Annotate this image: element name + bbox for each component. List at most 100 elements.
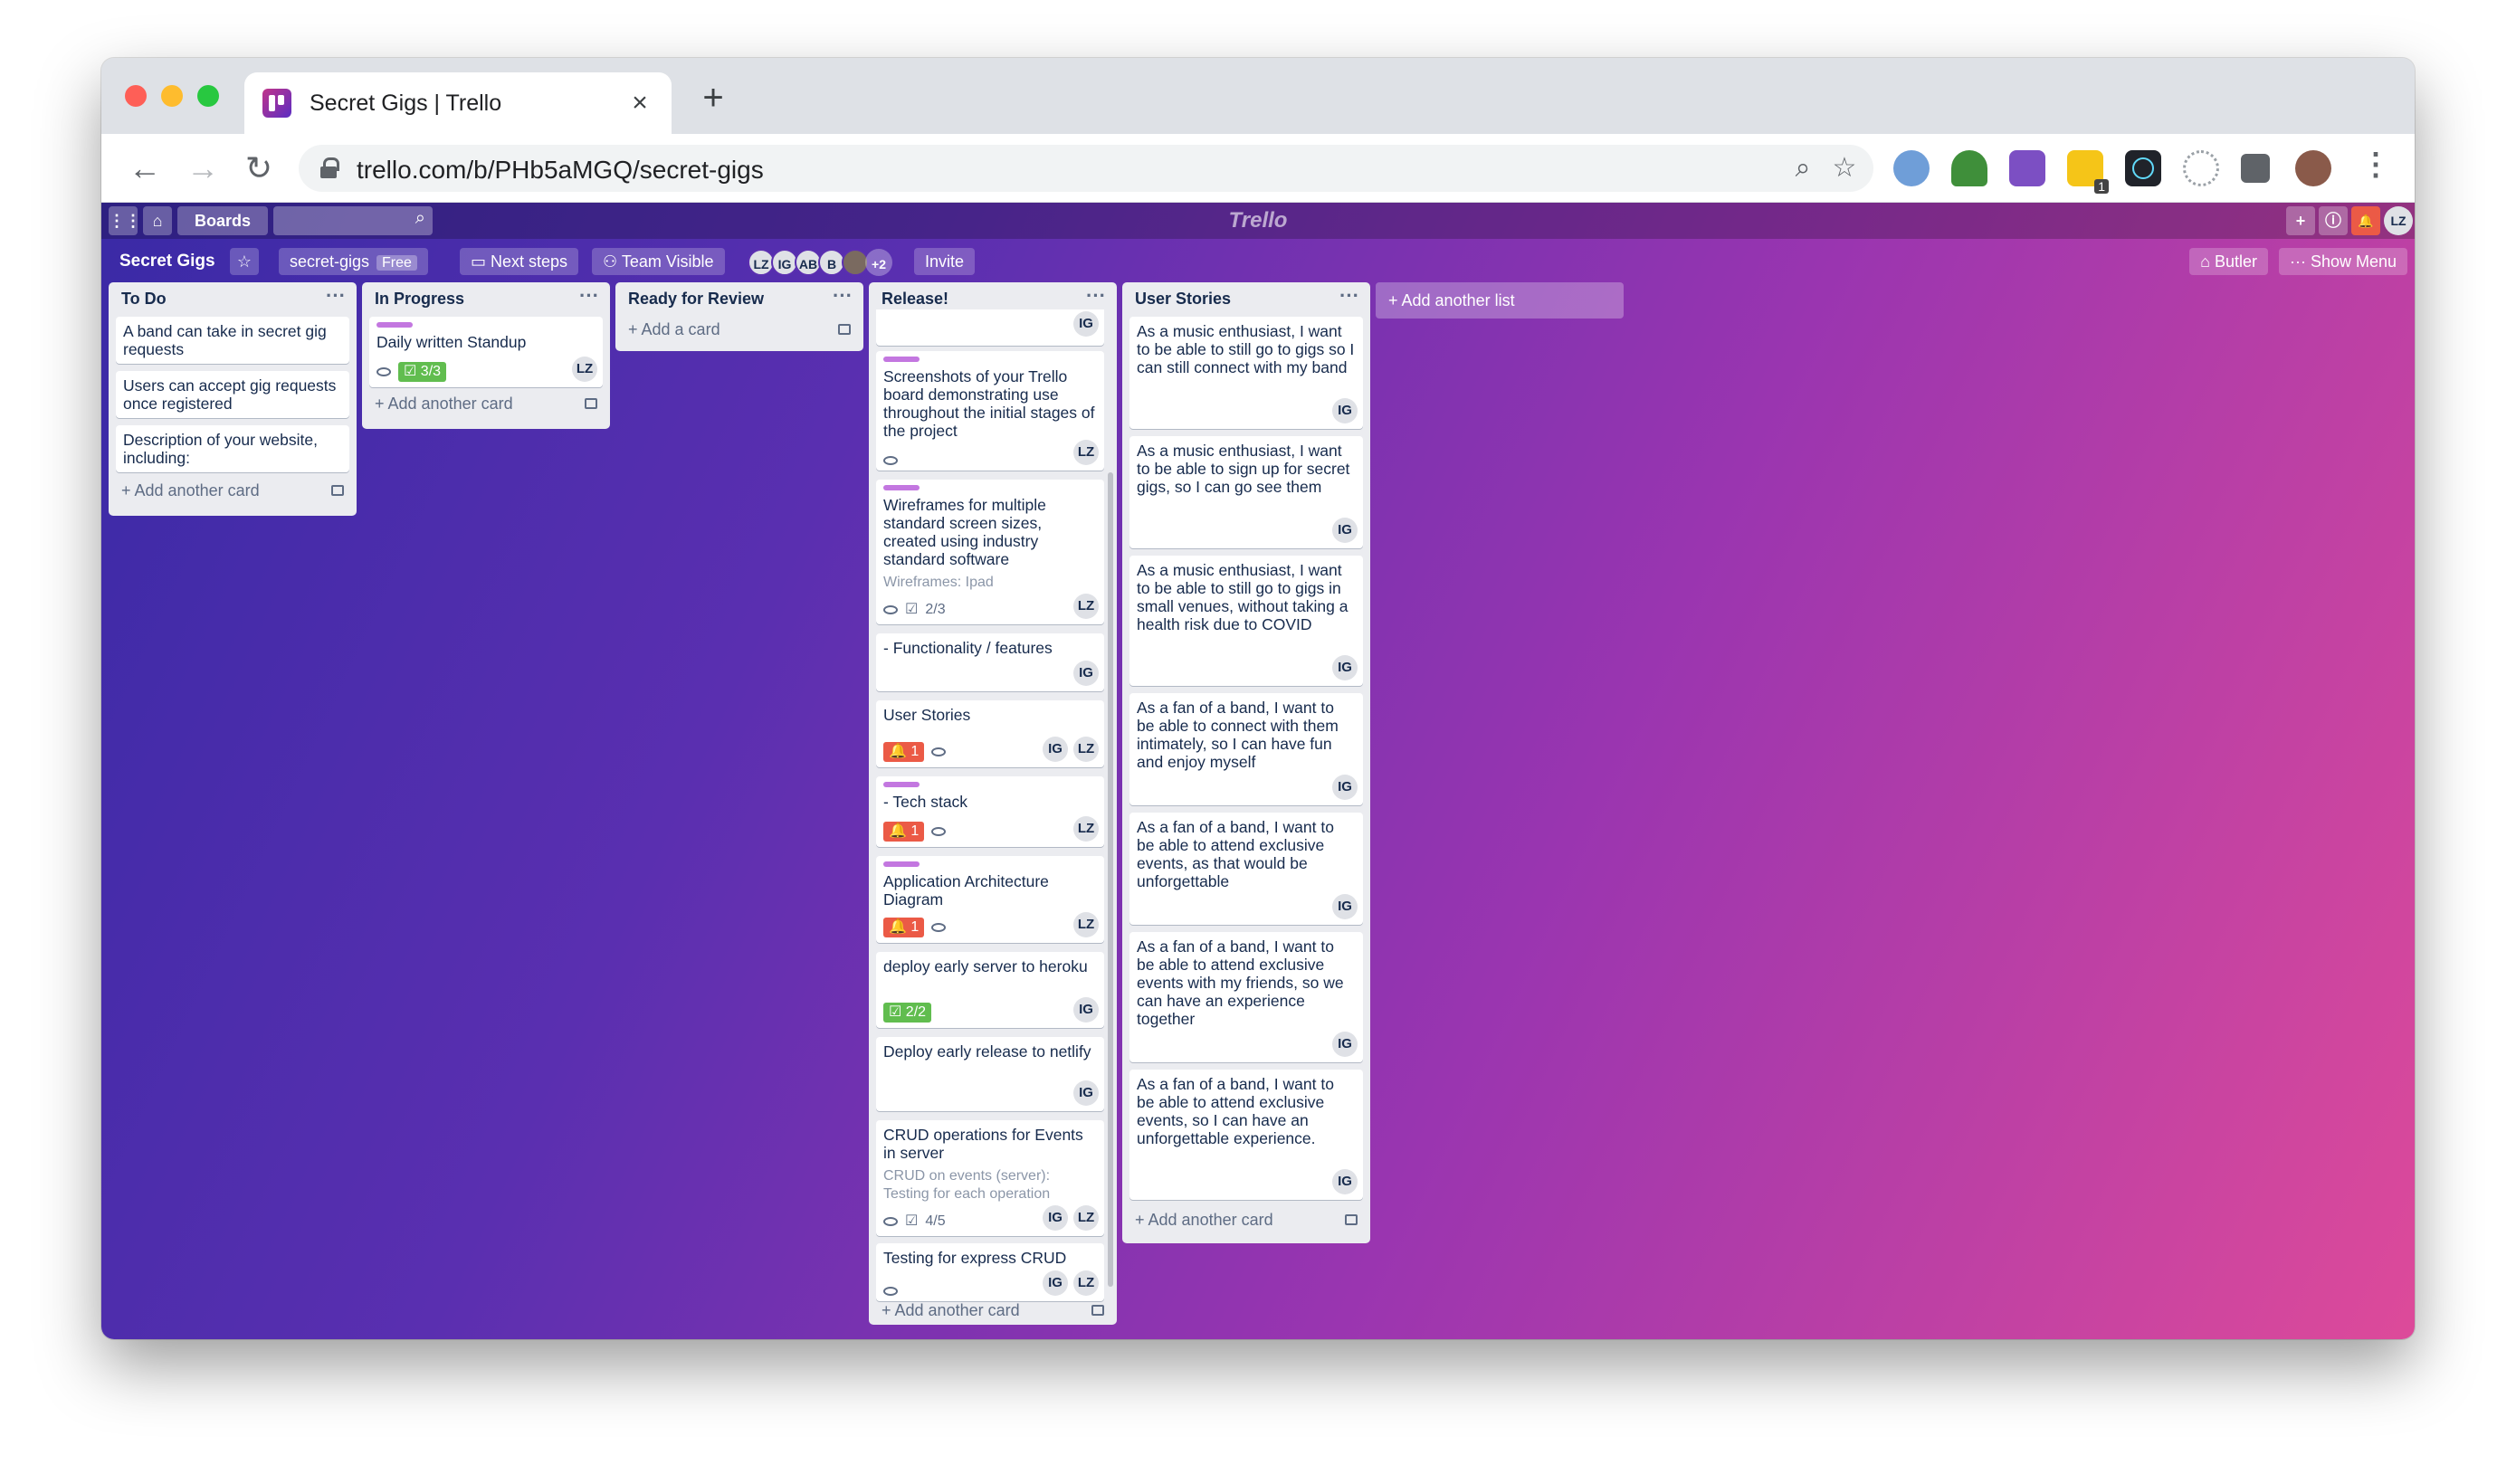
bookmark-star-icon[interactable]: ☆ [1828, 152, 1861, 185]
info-icon[interactable]: ⓘ [2319, 206, 2348, 235]
card-template-icon[interactable] [585, 398, 597, 409]
card-member-avatar[interactable]: IG [1332, 1169, 1358, 1194]
add-card-button[interactable]: + Add another card [121, 481, 260, 500]
extension-blue-icon[interactable] [1893, 150, 1930, 186]
card-member-avatar[interactable]: LZ [1073, 816, 1099, 842]
profile-avatar[interactable] [2295, 150, 2331, 186]
card-member-avatar[interactable]: LZ [1073, 912, 1099, 937]
add-card-button[interactable]: + Add another card [882, 1301, 1020, 1320]
list-title[interactable]: User Stories ··· [1122, 282, 1370, 315]
add-list-button[interactable]: + Add another list [1376, 282, 1624, 319]
notifications-bell-icon[interactable]: 🔔 [2351, 206, 2380, 235]
card[interactable]: Wireframes for multiple standard screen … [876, 480, 1104, 624]
home-icon[interactable]: ⌂ [143, 206, 172, 235]
card-member-avatar[interactable]: IG [1043, 737, 1068, 762]
card-member-avatar[interactable]: IG [1043, 1270, 1068, 1296]
boards-button[interactable]: Boards [177, 206, 268, 235]
card-member-avatar[interactable]: IG [1332, 775, 1358, 800]
browser-tab[interactable]: Secret Gigs | Trello × [244, 72, 672, 134]
visibility-button[interactable]: ⚇ Team Visible [592, 248, 725, 275]
extension-html-tree-icon[interactable] [1951, 150, 1987, 186]
list-menu-icon[interactable]: ··· [833, 284, 853, 308]
card[interactable]: IG [876, 309, 1104, 346]
card-template-icon[interactable] [838, 324, 851, 335]
list-menu-icon[interactable]: ··· [579, 284, 599, 308]
tab-close-icon[interactable]: × [626, 88, 653, 119]
back-button[interactable]: ← [125, 148, 165, 188]
card[interactable]: Daily written Standup ☑ 3/3 LZ [369, 317, 603, 387]
board-title[interactable]: Secret Gigs [119, 248, 215, 275]
new-tab-button[interactable]: + [693, 78, 733, 119]
card[interactable]: CRUD operations for Events in server CRU… [876, 1120, 1104, 1236]
reload-button[interactable]: ↻ [239, 148, 279, 188]
card[interactable]: Description of your website, including: [116, 425, 349, 472]
card-member-avatar[interactable]: IG [1043, 1205, 1068, 1231]
card-member-avatar[interactable]: IG [1073, 311, 1099, 337]
card-member-avatar[interactable]: IG [1073, 997, 1099, 1023]
trello-logo[interactable]: Trello [1229, 208, 1288, 233]
card-member-avatar[interactable]: LZ [1073, 594, 1099, 619]
card[interactable]: User Stories 🔔 1 IG LZ [876, 700, 1104, 767]
card-member-avatar[interactable]: IG [1332, 655, 1358, 680]
card-member-avatar[interactable]: IG [1073, 661, 1099, 686]
card[interactable]: As a music enthusiast, I want to be able… [1129, 436, 1363, 548]
show-menu-button[interactable]: ··· Show Menu [2278, 248, 2407, 275]
url-text[interactable]: trello.com/b/PHb5aMGQ/secret-gigs [357, 156, 764, 185]
card[interactable]: As a music enthusiast, I want to be able… [1129, 317, 1363, 429]
card-member-avatar[interactable]: IG [1332, 1032, 1358, 1057]
add-card-button[interactable]: + Add a card [628, 320, 720, 339]
list-title[interactable]: To Do ··· [109, 282, 357, 315]
card[interactable]: Deploy early release to netlify IG [876, 1037, 1104, 1111]
card-member-avatar[interactable]: LZ [1073, 1205, 1099, 1231]
card-member-avatar[interactable]: LZ [1073, 737, 1099, 762]
address-bar[interactable]: trello.com/b/PHb5aMGQ/secret-gigs ⌕ ☆ [299, 145, 1873, 192]
maximize-window-button[interactable] [197, 85, 219, 107]
invite-button[interactable]: Invite [914, 248, 976, 275]
list-menu-icon[interactable]: ··· [1339, 284, 1359, 308]
card[interactable]: - Tech stack 🔔 1 LZ [876, 776, 1104, 847]
card[interactable]: As a fan of a band, I want to be able to… [1129, 693, 1363, 805]
list-title[interactable]: In Progress ··· [362, 282, 610, 315]
butler-button[interactable]: ⌂ Butler [2189, 248, 2268, 275]
card-template-icon[interactable] [331, 485, 344, 496]
add-card-button[interactable]: + Add another card [1135, 1211, 1273, 1230]
list-menu-icon[interactable]: ··· [1086, 284, 1106, 308]
card[interactable]: Screenshots of your Trello board demonst… [876, 351, 1104, 471]
extensions-puzzle-icon[interactable] [2241, 154, 2270, 183]
card-template-icon[interactable] [1345, 1214, 1358, 1225]
card-template-icon[interactable] [1091, 1305, 1104, 1316]
card[interactable]: Users can accept gig requests once regis… [116, 371, 349, 418]
zoom-icon[interactable]: ⌕ [1787, 152, 1819, 185]
star-board-icon[interactable]: ☆ [230, 248, 259, 275]
list-menu-icon[interactable]: ··· [326, 284, 346, 308]
browser-menu-icon[interactable]: ⋮ [2360, 147, 2391, 183]
forward-button[interactable]: → [183, 148, 223, 188]
list-scrollbar[interactable] [1108, 472, 1113, 1287]
search-input[interactable]: ⌕ [273, 206, 433, 235]
card-member-avatar[interactable]: LZ [1073, 1270, 1099, 1296]
more-members-badge[interactable]: +2 [865, 249, 892, 276]
list-title[interactable]: Ready for Review ··· [615, 282, 863, 315]
card-member-avatar[interactable]: IG [1332, 518, 1358, 543]
minimize-window-button[interactable] [161, 85, 183, 107]
add-card-button[interactable]: + Add another card [375, 395, 513, 414]
user-avatar[interactable]: LZ [2384, 206, 2413, 235]
card-member-avatar[interactable]: LZ [1073, 440, 1099, 465]
card[interactable]: As a fan of a band, I want to be able to… [1129, 1070, 1363, 1200]
create-icon[interactable]: + [2286, 206, 2315, 235]
next-steps-button[interactable]: ▭ Next steps [460, 248, 579, 275]
card-member-avatar[interactable]: IG [1073, 1080, 1099, 1106]
card-member-avatar[interactable]: LZ [572, 357, 597, 382]
extension-notes-icon[interactable]: 1 [2067, 150, 2109, 194]
react-devtools-icon[interactable] [2125, 150, 2161, 186]
card[interactable]: As a music enthusiast, I want to be able… [1129, 556, 1363, 686]
card[interactable]: As a fan of a band, I want to be able to… [1129, 813, 1363, 925]
card[interactable]: Testing for express CRUD IG LZ [876, 1243, 1104, 1301]
card[interactable]: A band can take in secret gig requests [116, 317, 349, 364]
extension-circle-icon[interactable] [2183, 150, 2219, 186]
card-member-avatar[interactable]: IG [1332, 894, 1358, 919]
card[interactable]: As a fan of a band, I want to be able to… [1129, 932, 1363, 1062]
card[interactable]: - Functionality / features IG [876, 633, 1104, 691]
extension-purple-icon[interactable] [2009, 150, 2045, 186]
close-window-button[interactable] [125, 85, 147, 107]
